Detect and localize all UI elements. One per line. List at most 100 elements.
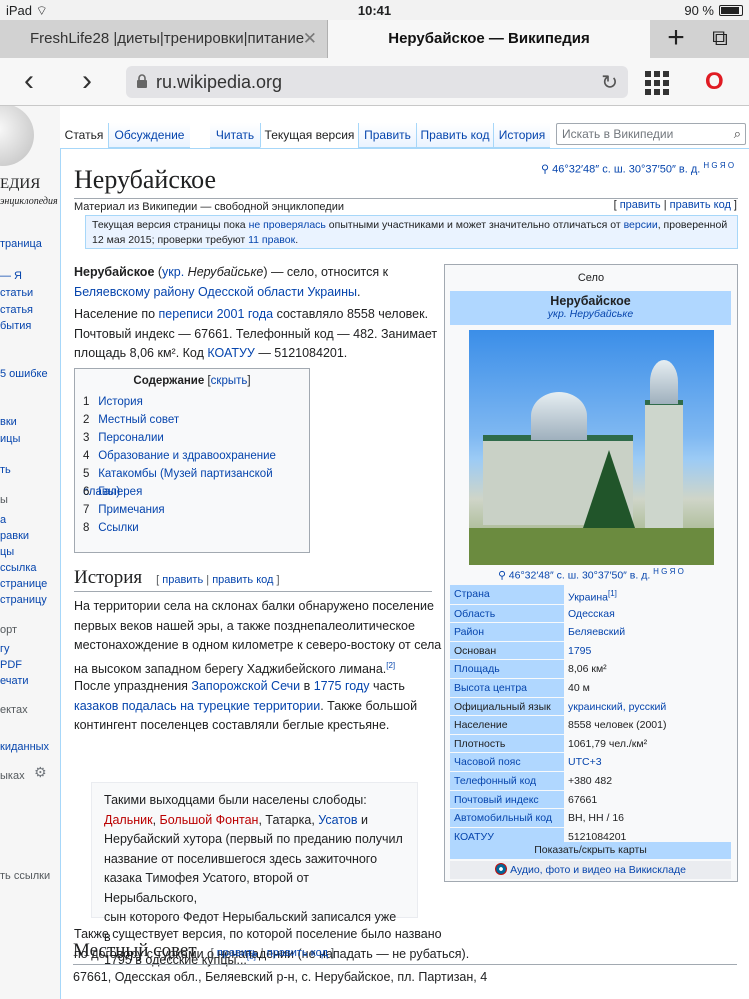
toc-item[interactable]: 5 Катакомбы (Музей партизанской славы) <box>83 465 301 498</box>
wiki-search-input[interactable]: Искать в Википедии ⌕ <box>556 123 746 145</box>
browser-tab-freshlife[interactable]: FreshLife28 |диеты|тренировки|питание ✕ <box>0 20 328 58</box>
infobox-value: 40 м <box>568 681 590 694</box>
section-divider <box>74 591 432 592</box>
sidebar-item[interactable]: статья <box>0 304 33 316</box>
infobox-key[interactable]: Часовой пояс <box>450 753 564 771</box>
commons-link[interactable]: Аудио, фото и видео на Викискладе <box>450 861 731 879</box>
forward-button[interactable]: › <box>82 64 92 98</box>
coordinates[interactable]: ⚲ 46°32′48″ с. ш. 30°37′50″ в. д. H G Я … <box>541 161 734 176</box>
sidebar-item[interactable]: траница <box>0 238 42 250</box>
church-photo[interactable] <box>469 330 714 565</box>
close-tab-icon[interactable]: ✕ <box>303 20 317 58</box>
pending-edits-link[interactable]: 11 правок <box>248 234 295 246</box>
url-field[interactable]: ru.wikipedia.org ↻ <box>126 66 628 98</box>
infobox-key[interactable]: Площадь <box>450 660 564 678</box>
version-link[interactable]: версии <box>624 219 658 231</box>
sidebar-item[interactable]: бытия <box>0 320 31 332</box>
usatov-link[interactable]: Усатов <box>318 813 357 827</box>
year-link[interactable]: 1775 году <box>314 679 370 693</box>
sidebar-item[interactable]: — Я <box>0 270 22 282</box>
sidebar-item[interactable]: странице <box>0 578 47 590</box>
tab-talk[interactable]: Обсуждение <box>108 123 190 148</box>
tab-title: Нерубайское — Википедия <box>388 30 590 47</box>
reload-icon[interactable]: ↻ <box>601 70 618 95</box>
dalnik-link[interactable]: Дальник <box>104 813 153 827</box>
infobox-key[interactable]: Высота центра <box>450 678 564 697</box>
infobox-value: +380 482 <box>568 774 613 787</box>
edit-link[interactable]: править <box>217 947 258 959</box>
browser-tab-bar: FreshLife28 |диеты|тренировки|питание ✕ … <box>0 20 749 58</box>
toc-item[interactable]: 3 Персоналии <box>83 429 301 447</box>
sidebar-item[interactable]: ечати <box>0 675 29 687</box>
infobox-key[interactable]: Область <box>450 604 564 623</box>
sich-link[interactable]: Запорожской Сечи <box>191 679 300 693</box>
sidebar-item[interactable]: ссылка <box>0 562 37 574</box>
tab-current-version[interactable]: Текущая версия <box>260 123 358 148</box>
sidebar-item[interactable]: гу <box>0 643 10 655</box>
tab-article[interactable]: Статья <box>60 123 108 148</box>
back-button[interactable]: ‹ <box>24 64 34 98</box>
bolshoy-fontan-link[interactable]: Большой Фонтан <box>160 813 259 827</box>
toc-item[interactable]: 8 Ссылки <box>83 519 301 537</box>
ukr-link[interactable]: укр. <box>162 265 184 279</box>
reference-link[interactable]: [1] <box>608 589 617 598</box>
sidebar-item[interactable]: страницу <box>0 594 47 606</box>
tab-history[interactable]: История <box>493 123 550 148</box>
sidebar-item[interactable]: ицы <box>0 433 20 445</box>
infobox-key[interactable]: Страна <box>450 585 564 604</box>
census-link[interactable]: переписи 2001 года <box>159 307 274 321</box>
speed-dial-icon[interactable] <box>645 71 669 95</box>
edit-code-link[interactable]: править код <box>212 574 273 586</box>
infobox-key[interactable]: Район <box>450 623 564 641</box>
tab-edit-code[interactable]: Править код <box>416 123 493 148</box>
infobox-value: 67661 <box>568 793 598 806</box>
sidebar-item[interactable]: PDF <box>0 659 22 671</box>
gear-icon[interactable]: ⚙ <box>34 764 47 781</box>
opera-menu-icon[interactable]: O <box>705 68 724 96</box>
edit-code-link[interactable]: править код <box>670 199 731 211</box>
sidebar-item[interactable]: равки <box>0 530 29 542</box>
toc-item[interactable]: 4 Образование и здравоохранение <box>83 447 301 465</box>
sidebar-item[interactable]: а <box>0 514 6 526</box>
reference-link[interactable]: [2] <box>386 661 395 670</box>
edit-code-link[interactable]: править код <box>267 947 328 959</box>
infobox-subtitle[interactable]: укр. Нерубайське <box>450 308 731 320</box>
sidebar-item[interactable]: статьи <box>0 287 33 299</box>
sidebar-item[interactable]: вки <box>0 416 17 428</box>
geo-tools[interactable]: H G Я O <box>653 567 684 576</box>
tab-edit[interactable]: Править <box>358 123 416 148</box>
infobox-coordinates[interactable]: ⚲ 46°32′48″ с. ш. 30°37′50″ в. д. H G Я … <box>445 567 737 582</box>
unreviewed-link[interactable]: не проверялась <box>249 219 326 231</box>
toc-item[interactable]: 7 Примечания <box>83 501 301 519</box>
toggle-maps-button[interactable]: Показать/скрыть карты <box>450 842 731 859</box>
koatuu-link[interactable]: КОАТУУ <box>207 346 254 360</box>
edit-link[interactable]: править <box>162 574 203 586</box>
infobox-row: Население 8558 человек (2001) <box>450 715 731 734</box>
sidebar-item[interactable]: ть <box>0 464 11 476</box>
sidebar-item[interactable]: киданных <box>0 741 49 753</box>
infobox-key[interactable]: Телефонный код <box>450 771 564 790</box>
district-link[interactable]: Беляевскому району Одесской области Укра… <box>74 285 357 299</box>
tabs-overview-icon[interactable]: ⧉ <box>698 20 742 58</box>
search-icon[interactable]: ⌕ <box>734 126 741 142</box>
tab-read[interactable]: Читать <box>210 123 260 148</box>
new-tab-button[interactable]: + <box>654 20 698 58</box>
page-title: Нерубайское <box>74 165 217 194</box>
infobox-row: Область Одесская <box>450 603 731 623</box>
geo-tools[interactable]: H G Я O <box>703 161 734 170</box>
infobox-key[interactable]: Почтовый индекс <box>450 790 564 809</box>
toc-item[interactable]: 2 Местный совет <box>83 411 301 429</box>
wikipedia-logo-icon[interactable] <box>0 106 34 166</box>
toc-hide-link[interactable]: скрыть <box>211 375 248 387</box>
toc-item[interactable]: 6 Галерея <box>83 483 301 501</box>
sidebar-item[interactable]: 5 ошибке <box>0 368 48 380</box>
wiki-sidebar: ЕДИЯ энциклопедия траница — Я статьи ста… <box>0 106 60 999</box>
cossacks-link[interactable]: казаков подалась на турецкие территории <box>74 699 320 713</box>
sidebar-item[interactable]: цы <box>0 546 14 558</box>
infobox-key[interactable]: Автомобильный код <box>450 809 564 827</box>
toc-item[interactable]: 1 История <box>83 393 301 411</box>
edit-link[interactable]: править <box>620 199 661 211</box>
lock-icon <box>137 74 147 88</box>
browser-tab-active[interactable]: Нерубайское — Википедия <box>328 20 650 58</box>
infobox-type: Село <box>577 272 605 284</box>
